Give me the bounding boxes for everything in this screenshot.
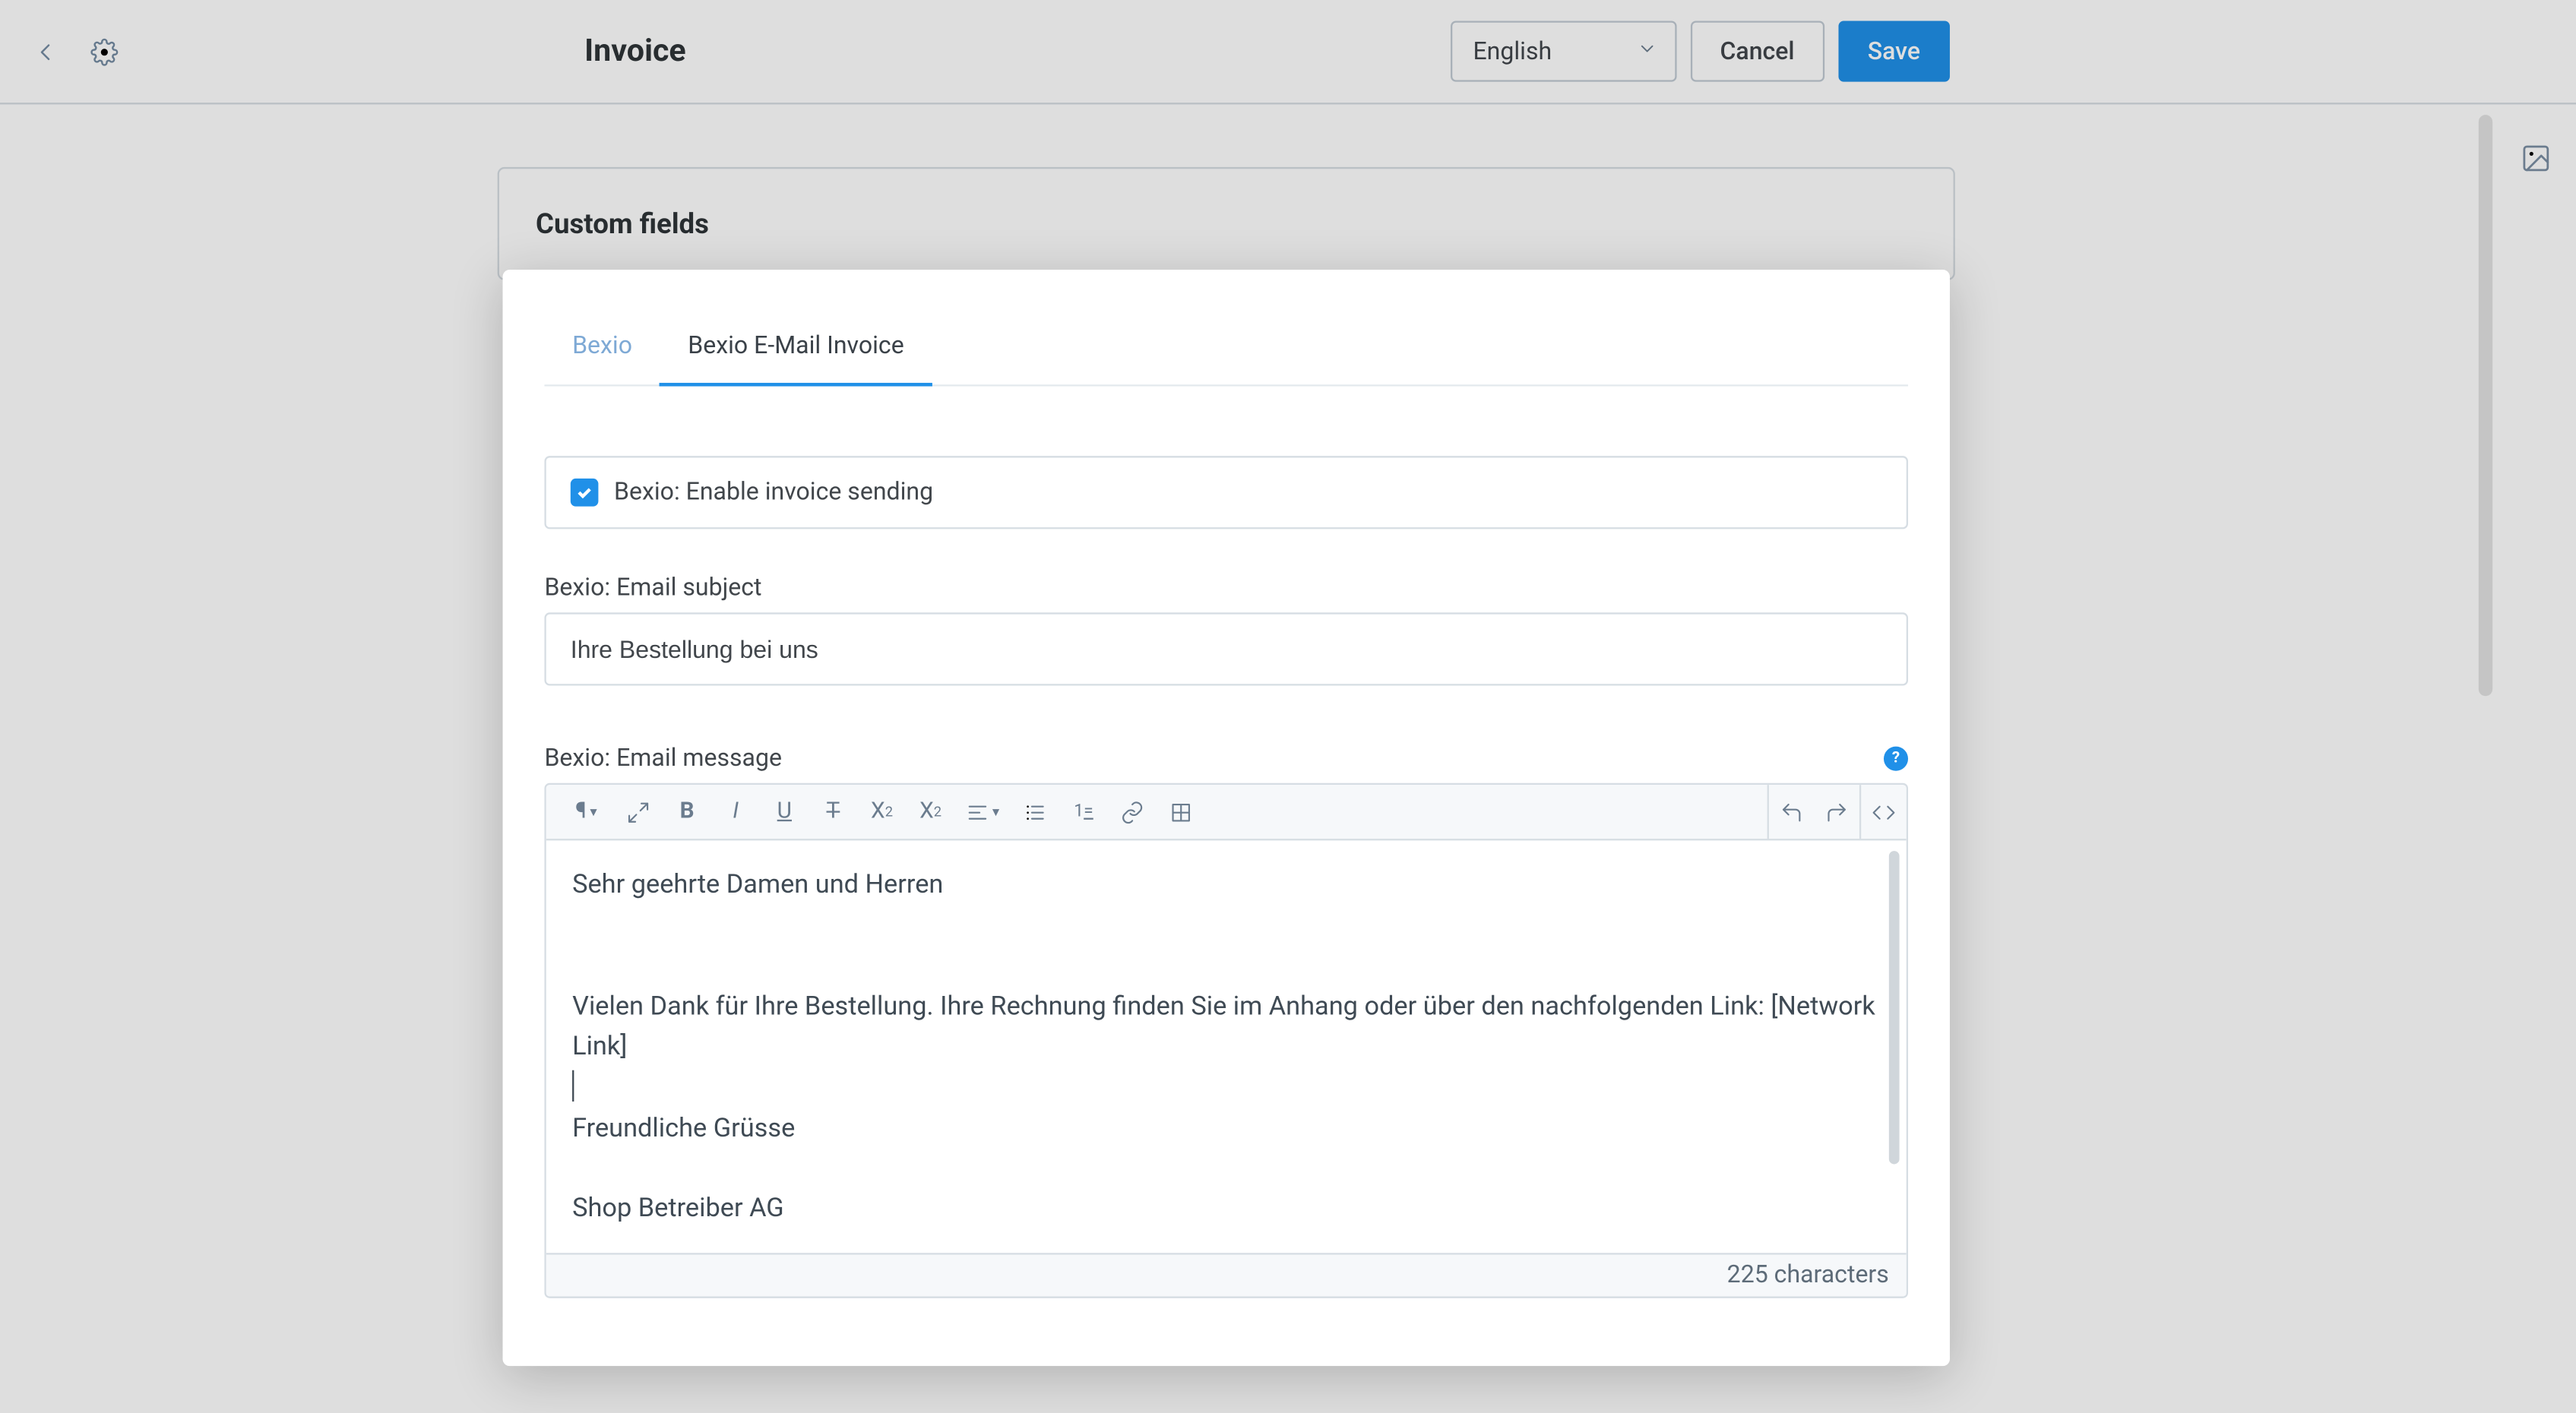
enable-invoice-sending-checkbox[interactable] xyxy=(571,479,599,507)
link-icon[interactable] xyxy=(1109,800,1155,824)
underline-icon[interactable]: U xyxy=(762,798,808,824)
undo-icon[interactable] xyxy=(1769,785,1815,839)
language-select[interactable]: English xyxy=(1451,21,1677,81)
subscript-icon[interactable]: X2 xyxy=(908,798,954,824)
settings-modal: Bexio Bexio E-Mail Invoice Bexio: Enable… xyxy=(503,270,1950,1366)
strike-icon[interactable]: T xyxy=(811,798,856,824)
enable-invoice-sending-label: Bexio: Enable invoice sending xyxy=(614,479,933,507)
custom-fields-title: Custom fields xyxy=(536,207,1916,241)
character-counter: 225 characters xyxy=(546,1253,1907,1297)
enable-invoice-sending-row[interactable]: Bexio: Enable invoice sending xyxy=(544,456,1908,529)
email-message-text-after: Freundliche Grüsse Shop Betreiber AG xyxy=(572,1111,795,1224)
richtext-editor: ¶▾ B I U T X2 X2 ▾ xyxy=(544,783,1908,1299)
modal-tabs: Bexio Bexio E-Mail Invoice xyxy=(544,308,1908,386)
save-button[interactable]: Save xyxy=(1838,21,1950,81)
page-scrollbar-thumb[interactable] xyxy=(2479,115,2492,696)
email-message-text-before: Sehr geehrte Damen und Herren Vielen Dan… xyxy=(572,868,1881,1061)
editor-toolbar: ¶▾ B I U T X2 X2 ▾ xyxy=(546,785,1907,840)
tab-bexio-email-invoice-label: Bexio E-Mail Invoice xyxy=(688,333,903,361)
help-icon[interactable]: ? xyxy=(1884,747,1908,771)
cancel-button[interactable]: Cancel xyxy=(1691,21,1824,81)
back-icon[interactable] xyxy=(21,27,69,76)
code-view-icon[interactable] xyxy=(1861,785,1907,839)
table-icon[interactable] xyxy=(1158,800,1204,824)
page-title: Invoice xyxy=(584,33,686,70)
bullet-list-icon[interactable] xyxy=(1012,800,1058,824)
image-icon[interactable] xyxy=(2521,143,2552,181)
save-button-label: Save xyxy=(1868,37,1920,65)
editor-scrollbar-thumb[interactable] xyxy=(1889,851,1900,1164)
tab-bexio[interactable]: Bexio xyxy=(544,308,660,384)
numbered-list-icon[interactable]: 1= xyxy=(1061,803,1106,820)
chevron-down-icon xyxy=(1637,37,1657,65)
cancel-button-label: Cancel xyxy=(1720,37,1794,65)
tab-bexio-email-invoice[interactable]: Bexio E-Mail Invoice xyxy=(660,308,932,384)
align-dropdown[interactable]: ▾ xyxy=(957,800,1009,824)
gear-icon[interactable] xyxy=(80,27,128,76)
custom-fields-card: Custom fields xyxy=(498,167,1955,280)
top-bar: Invoice English Cancel Save xyxy=(0,0,2576,104)
superscript-icon[interactable]: X2 xyxy=(859,798,905,824)
email-subject-input[interactable] xyxy=(544,612,1908,685)
language-select-value: English xyxy=(1473,37,1552,65)
tab-bexio-label: Bexio xyxy=(572,333,632,361)
email-message-textarea[interactable]: Sehr geehrte Damen und Herren Vielen Dan… xyxy=(546,840,1907,1253)
email-subject-label: Bexio: Email subject xyxy=(544,574,1908,602)
bold-icon[interactable]: B xyxy=(664,798,710,824)
redo-icon[interactable] xyxy=(1814,785,1859,839)
italic-icon[interactable]: I xyxy=(713,798,758,824)
fullscreen-icon[interactable] xyxy=(616,800,661,824)
text-caret-icon xyxy=(572,1070,574,1102)
email-message-label: Bexio: Email message xyxy=(544,744,782,773)
paragraph-style-dropdown[interactable]: ¶▾ xyxy=(560,798,612,824)
